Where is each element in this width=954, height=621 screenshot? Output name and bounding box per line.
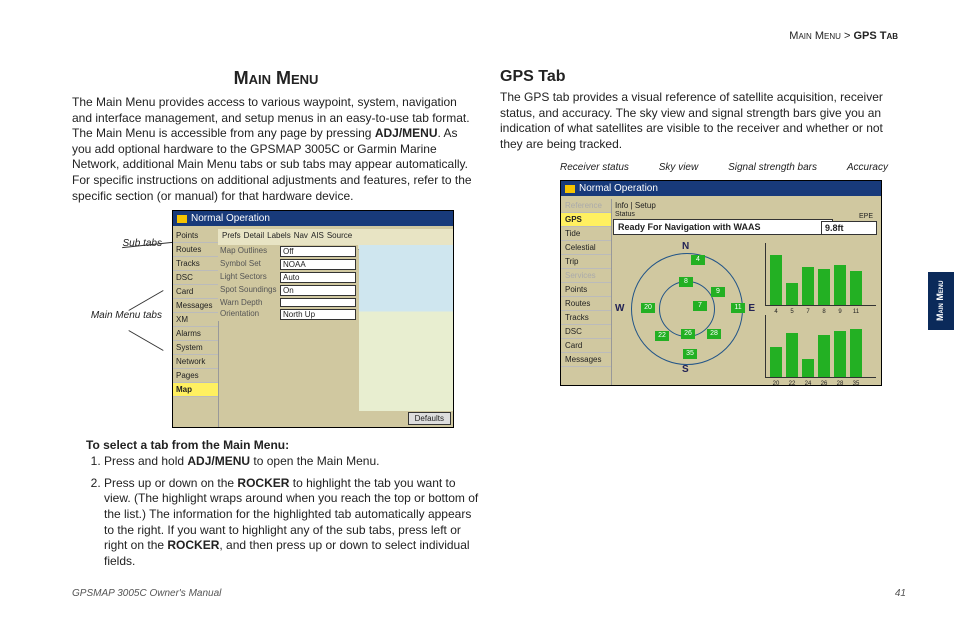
figure-gps-tab-screen: Normal Operation Reference GPS Tide Cele… xyxy=(560,180,882,386)
fig1-map xyxy=(359,245,453,411)
howto-step-1: Press and hold ADJ/MENU to open the Main… xyxy=(104,454,480,470)
main-menu-paragraph: The Main Menu provides access to various… xyxy=(72,95,480,204)
callout-subtabs: Sub tabs xyxy=(72,238,162,249)
callout-main-menu-tabs: Main Menu tabs xyxy=(72,310,162,321)
fig1-sidebar: Points Routes Tracks DSC Card Messages X… xyxy=(173,229,219,427)
howto-heading: To select a tab from the Main Menu: xyxy=(86,438,480,452)
flag-icon xyxy=(177,215,187,223)
fig2-epe-label: EPE xyxy=(859,213,873,220)
fig1-titlebar: Normal Operation xyxy=(173,211,453,226)
breadcrumb-1: Main Menu xyxy=(789,30,841,42)
section-heading-main-menu: Main Menu xyxy=(72,68,480,89)
fig2-status-value: Ready For Navigation with WAAS xyxy=(613,219,833,235)
callout-sky-view: Sky view xyxy=(659,162,698,173)
footer-page-number: 41 xyxy=(895,588,906,599)
callout-accuracy: Accuracy xyxy=(847,162,888,173)
fig2-titlebar: Normal Operation xyxy=(561,181,881,196)
fig2-signal-bars: 4 5 7 8 9 11 20 22 24 26 28 35 xyxy=(765,243,875,377)
howto-step-2: Press up or down on the ROCKER to highli… xyxy=(104,476,480,570)
fig2-epe-value: 9.8ft xyxy=(821,221,877,235)
flag-icon xyxy=(565,185,575,193)
fig1-defaults-button: Defaults xyxy=(408,412,451,425)
callout-signal-bars: Signal strength bars xyxy=(728,162,817,173)
fig2-sidebar: Reference GPS Tide Celestial Trip Servic… xyxy=(561,199,612,385)
fig2-sky-view: N E S W 4 8 9 11 7 20 22 26 28 35 xyxy=(621,243,751,373)
howto-steps: Press and hold ADJ/MENU to open the Main… xyxy=(86,454,480,569)
breadcrumb-2: GPS Tab xyxy=(853,30,898,42)
fig2-callout-row: Receiver status Sky view Signal strength… xyxy=(560,162,888,173)
side-tab-main-menu: Main Menu xyxy=(928,272,954,330)
footer-manual-title: GPSMAP 3005C Owner's Manual xyxy=(72,588,221,599)
section-heading-gps-tab: GPS Tab xyxy=(500,68,908,86)
fig2-status-label: Status xyxy=(615,211,635,218)
gps-tab-paragraph: The GPS tab provides a visual reference … xyxy=(500,90,908,152)
breadcrumb: Main Menu > GPS Tab xyxy=(789,30,898,42)
callout-receiver-status: Receiver status xyxy=(560,162,629,173)
figure-main-menu-screen: Normal Operation Points Routes Tracks DS… xyxy=(172,210,454,428)
fig1-options: Map OutlinesOff Symbol SetNOAA Light Sec… xyxy=(218,245,358,321)
